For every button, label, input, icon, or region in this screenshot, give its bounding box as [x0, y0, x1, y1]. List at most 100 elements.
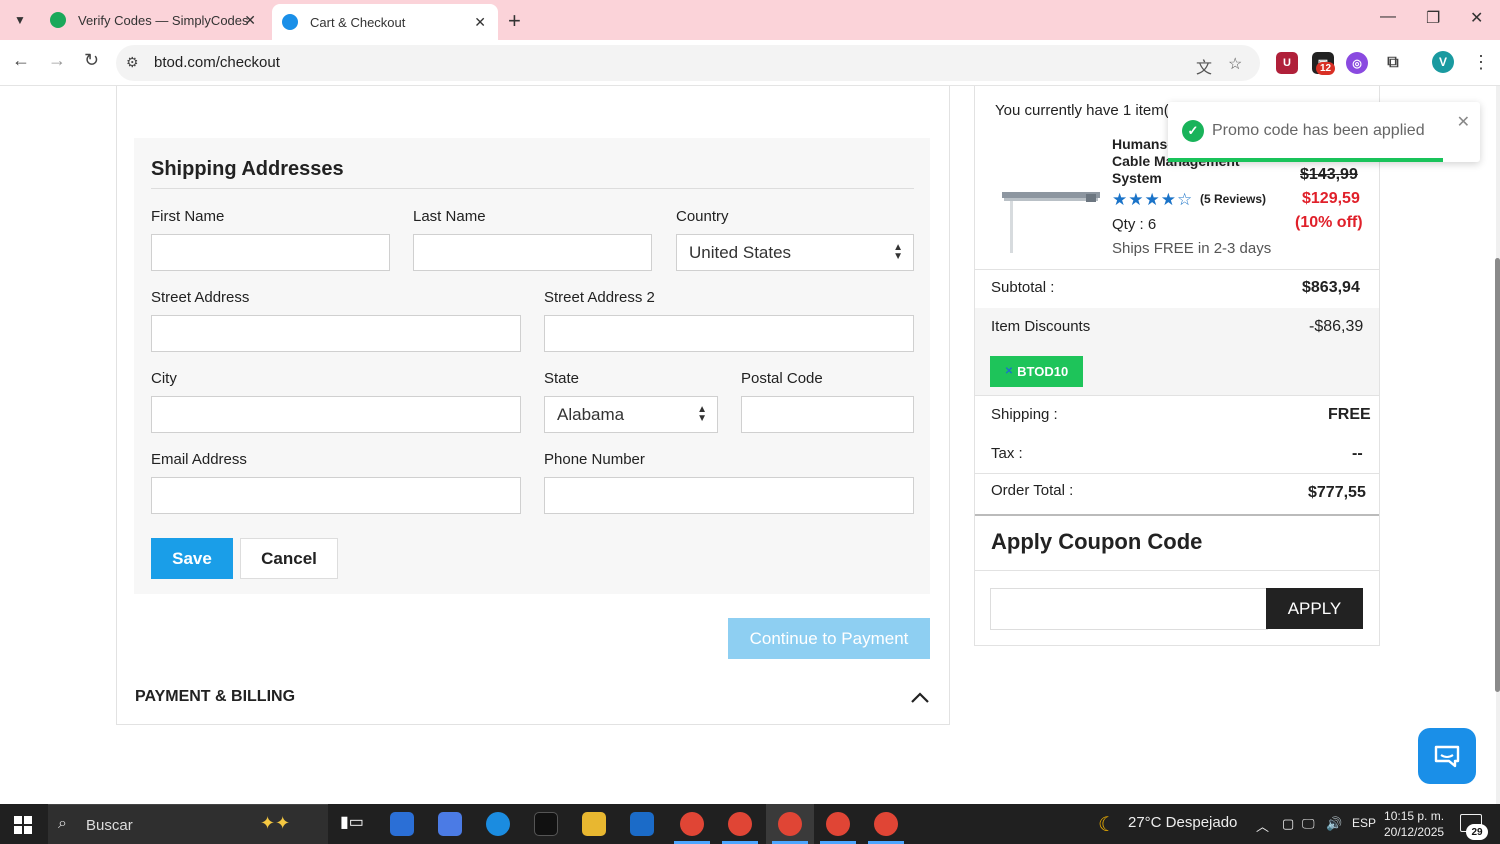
- url-text[interactable]: btod.com/checkout: [154, 54, 280, 71]
- select-arrows-icon: ▲ ▼: [893, 242, 903, 262]
- street-address-input[interactable]: [151, 315, 521, 352]
- last-name-label: Last Name: [413, 208, 486, 225]
- coupon-code-input[interactable]: [990, 588, 1268, 630]
- volume-icon[interactable]: 🔊: [1326, 816, 1342, 832]
- weather-text[interactable]: 27°C Despejado: [1128, 814, 1237, 831]
- coupon-code-text: BTOD10: [1017, 364, 1069, 379]
- review-count[interactable]: (5 Reviews): [1200, 192, 1266, 206]
- window-close-icon[interactable]: ✕: [1470, 8, 1483, 28]
- country-value: United States: [689, 243, 792, 262]
- tray-chevron-icon[interactable]: ︿: [1256, 816, 1269, 835]
- divider: [151, 188, 914, 189]
- clock-date: 20/12/2025: [1384, 825, 1445, 839]
- profile-avatar[interactable]: V: [1432, 51, 1454, 73]
- phone-label: Phone Number: [544, 451, 645, 468]
- back-icon[interactable]: ←: [12, 50, 30, 71]
- extension-purple-icon[interactable]: ◎: [1346, 52, 1368, 74]
- product-name-line3[interactable]: System: [1112, 170, 1162, 186]
- street-address-2-label: Street Address 2: [544, 289, 655, 306]
- shipping-title: Shipping Addresses: [151, 158, 344, 180]
- sale-price: $129,59: [1302, 190, 1360, 207]
- cancel-button[interactable]: Cancel: [240, 538, 338, 579]
- windows-start-icon[interactable]: [14, 816, 32, 834]
- taskbar-search[interactable]: ⌕ Buscar ✦✦: [48, 804, 328, 844]
- store-icon[interactable]: [390, 812, 414, 836]
- network-icon[interactable]: 🖵: [1302, 816, 1315, 832]
- chrome-profile-v2-icon[interactable]: [874, 812, 898, 836]
- shipping-value: FREE: [1328, 406, 1371, 423]
- street-address-label: Street Address: [151, 289, 250, 306]
- save-button[interactable]: Save: [151, 538, 233, 579]
- tab-simplycodes[interactable]: Verify Codes — SimplyCodes ✕: [40, 4, 268, 36]
- tax-label: Tax :: [991, 445, 1023, 462]
- restore-icon[interactable]: ❐: [1426, 8, 1440, 28]
- btod-favicon-icon: [282, 14, 298, 30]
- tab-checkout[interactable]: Cart & Checkout ✕: [272, 4, 498, 40]
- checkout-page: Shipping Addresses First Name Last Name …: [0, 86, 1496, 804]
- system-clock[interactable]: 10:15 p. m. 20/12/2025: [1384, 808, 1444, 840]
- postal-code-label: Postal Code: [741, 370, 823, 387]
- menu-kebab-icon[interactable]: ⋮: [1472, 52, 1490, 73]
- outlook-icon[interactable]: [630, 812, 654, 836]
- ublock-extension-icon[interactable]: U: [1276, 52, 1298, 74]
- search-placeholder: Buscar: [86, 817, 133, 834]
- bookmark-star-icon[interactable]: ☆: [1228, 54, 1242, 74]
- reload-icon[interactable]: ↻: [84, 50, 99, 71]
- simplycodes-favicon-icon: [50, 12, 66, 28]
- apply-coupon-button[interactable]: APPLY: [1266, 588, 1363, 629]
- street-address-2-input[interactable]: [544, 315, 914, 352]
- chrome-profile-icon[interactable]: [826, 812, 850, 836]
- tab-search-icon[interactable]: ▼: [8, 8, 32, 32]
- tray-app-icon[interactable]: ▢: [1282, 816, 1294, 832]
- file-explorer-icon[interactable]: [582, 812, 606, 836]
- search-icon: ⌕: [58, 815, 67, 832]
- toast-close-icon[interactable]: ✕: [1457, 112, 1470, 132]
- tiktok-icon[interactable]: [534, 812, 558, 836]
- last-name-input[interactable]: [413, 234, 652, 271]
- remove-coupon-icon[interactable]: ✕: [1005, 366, 1013, 377]
- notification-count: 29: [1466, 824, 1488, 840]
- phone-input[interactable]: [544, 477, 914, 514]
- chrome-profile-m-icon[interactable]: [728, 812, 752, 836]
- state-select[interactable]: Alabama ▲ ▼: [544, 396, 718, 433]
- address-bar[interactable]: ⚙ btod.com/checkout 文 ☆: [116, 45, 1260, 81]
- chevron-up-icon[interactable]: [910, 690, 930, 704]
- postal-code-input[interactable]: [741, 396, 914, 433]
- divider: [975, 269, 1379, 270]
- browser-toolbar: ← → ↻ ⚙ btod.com/checkout 文 ☆ U ▣ ◎ ⧉: [0, 40, 1500, 86]
- translate-icon[interactable]: 文: [1196, 54, 1212, 78]
- applied-coupon-badge[interactable]: ✕ BTOD10: [990, 356, 1083, 387]
- toast-message: Promo code has been applied: [1212, 122, 1425, 139]
- promo-toast: ✓ Promo code has been applied ✕: [1168, 102, 1480, 162]
- scrollbar-thumb[interactable]: [1495, 258, 1500, 692]
- puzzle-extensions-icon[interactable]: ⧉: [1382, 52, 1404, 74]
- subtotal-value: $863,94: [1302, 279, 1360, 296]
- copilot-icon[interactable]: [438, 812, 462, 836]
- close-tab-icon[interactable]: ✕: [474, 14, 486, 31]
- continue-to-payment-button[interactable]: Continue to Payment: [728, 618, 930, 659]
- product-image[interactable]: [1000, 182, 1102, 254]
- weather-moon-icon: ☾: [1098, 814, 1116, 836]
- new-tab-icon[interactable]: +: [508, 8, 521, 34]
- task-view-icon[interactable]: ▮▭: [340, 812, 364, 836]
- forward-icon[interactable]: →: [48, 50, 66, 71]
- first-name-input[interactable]: [151, 234, 390, 271]
- chrome-icon[interactable]: [680, 812, 704, 836]
- rating-stars-icon: ★★★★☆: [1112, 190, 1194, 209]
- close-tab-icon[interactable]: ✕: [244, 12, 256, 29]
- language-indicator[interactable]: ESP: [1352, 816, 1376, 830]
- city-input[interactable]: [151, 396, 521, 433]
- quantity-text: Qty : 6: [1112, 216, 1157, 233]
- site-info-icon[interactable]: ⚙: [126, 54, 139, 71]
- country-select[interactable]: United States ▲ ▼: [676, 234, 914, 271]
- chrome-profile-v-icon[interactable]: [778, 812, 802, 836]
- windows-taskbar: ⌕ Buscar ✦✦ ▮▭ ☾ 27°C Despejado ︿ ▢ 🖵 🔊 …: [0, 804, 1500, 844]
- payment-billing-title[interactable]: PAYMENT & BILLING: [135, 688, 295, 706]
- minimize-icon[interactable]: —: [1380, 8, 1396, 26]
- chat-button[interactable]: [1418, 728, 1476, 784]
- edge-icon[interactable]: [486, 812, 510, 836]
- shipping-estimate: Ships FREE in 2-3 days: [1112, 240, 1272, 257]
- email-input[interactable]: [151, 477, 521, 514]
- divider: [975, 473, 1379, 474]
- divider: [975, 514, 1379, 516]
